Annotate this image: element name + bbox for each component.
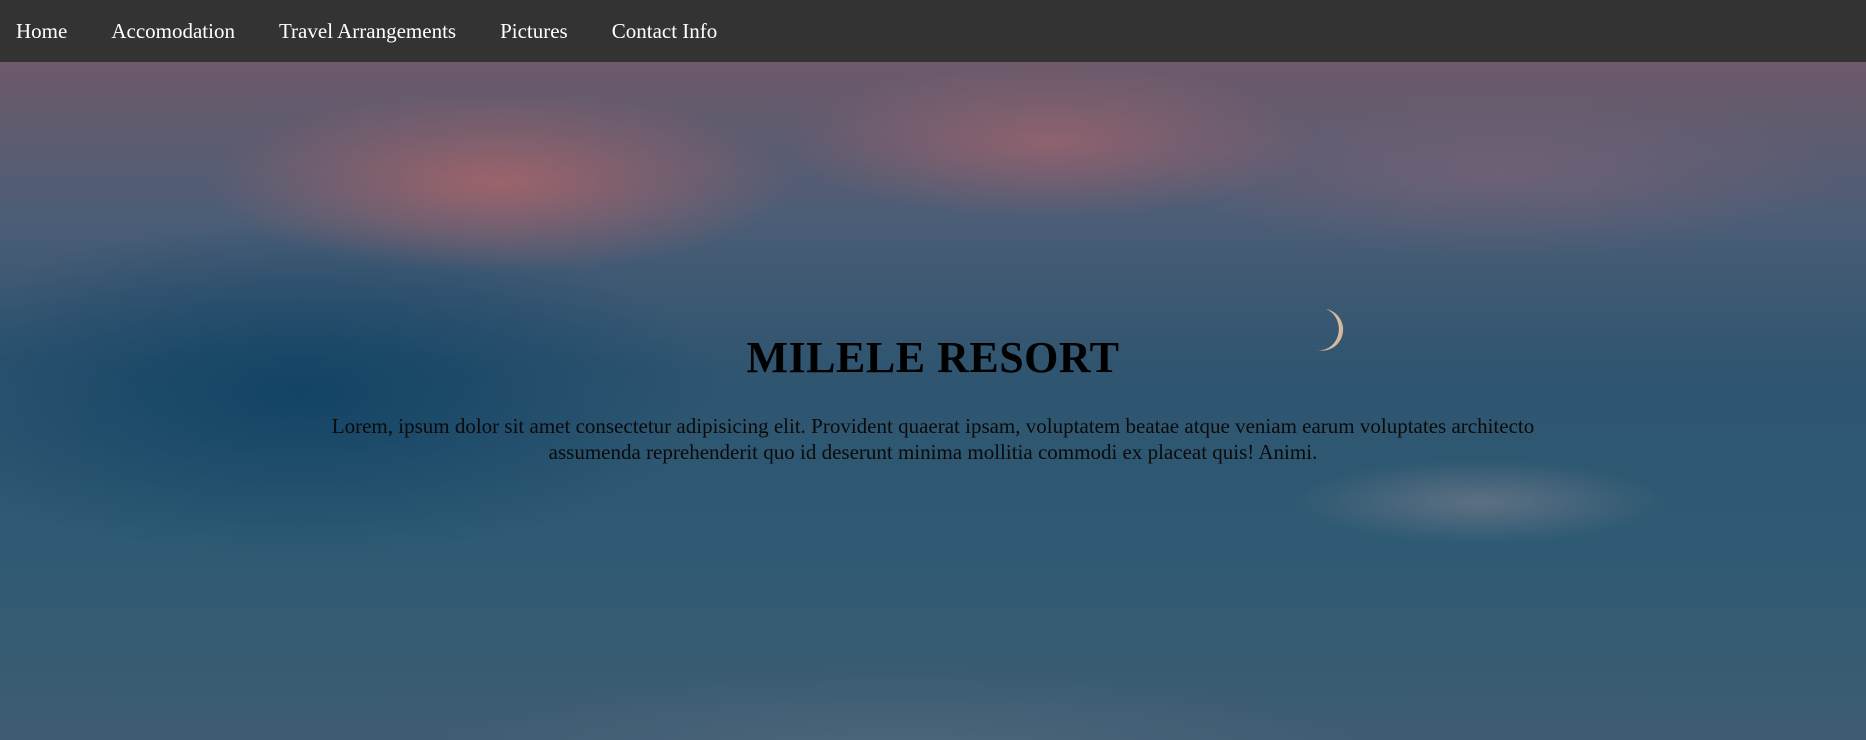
nav-link-accomodation[interactable]: Accomodation (111, 0, 235, 62)
hero-content: MILELE RESORT Lorem, ipsum dolor sit ame… (0, 332, 1866, 465)
nav-link-pictures[interactable]: Pictures (500, 0, 568, 62)
nav-link-contact-info[interactable]: Contact Info (612, 0, 718, 62)
hero-description: Lorem, ipsum dolor sit amet consectetur … (331, 414, 1535, 464)
nav-link-travel-arrangements[interactable]: Travel Arrangements (279, 0, 456, 62)
hero-title: MILELE RESORT (746, 333, 1120, 382)
hero-section: MILELE RESORT Lorem, ipsum dolor sit ame… (0, 62, 1866, 740)
nav-link-home[interactable]: Home (16, 0, 67, 62)
top-navbar: Home Accomodation Travel Arrangements Pi… (0, 0, 1866, 62)
